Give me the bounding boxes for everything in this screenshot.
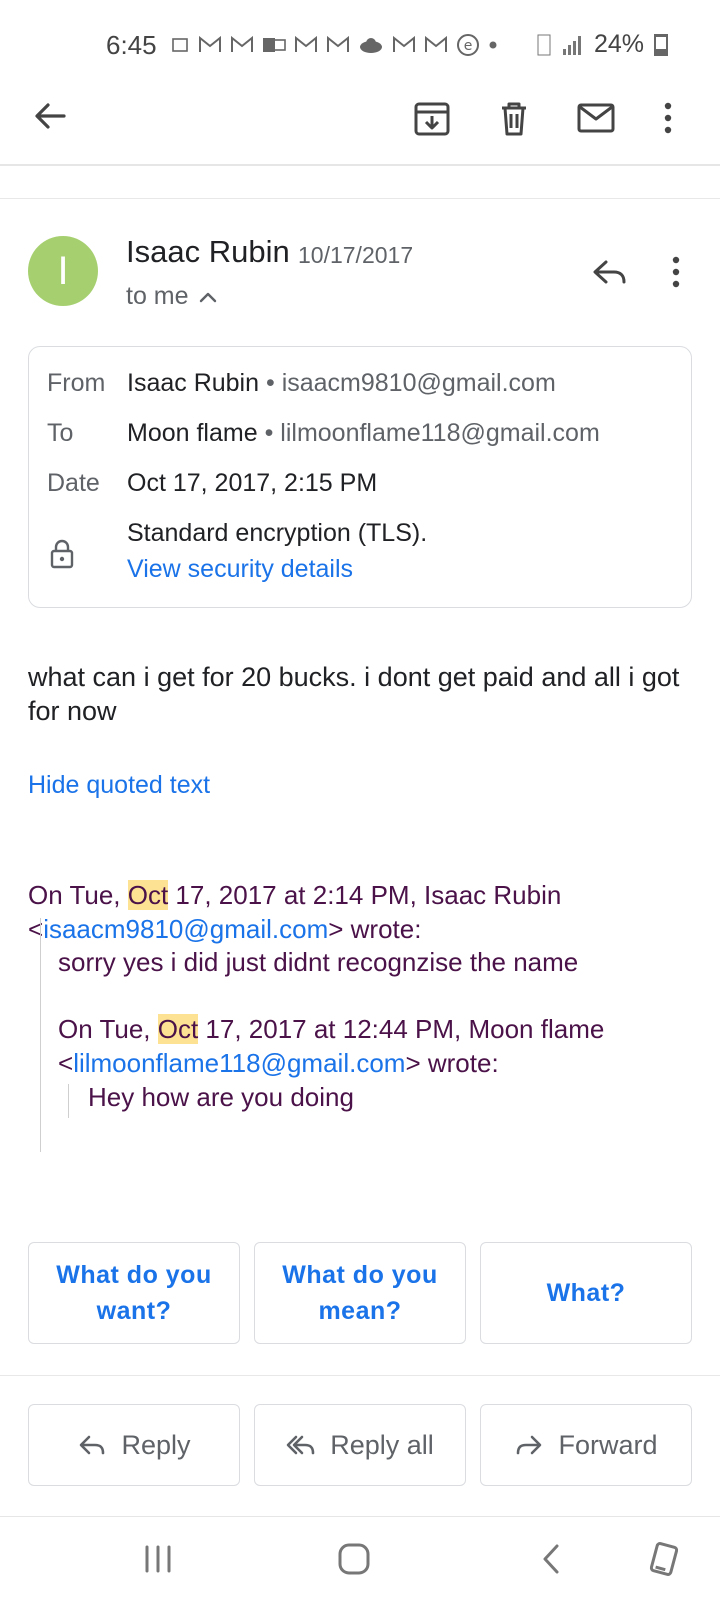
nested-quote-prefix: On Tue, <box>58 1014 158 1044</box>
back-arrow-icon[interactable] <box>30 96 70 136</box>
avatar[interactable]: I <box>28 236 98 306</box>
view-security-details-link[interactable]: View security details <box>127 555 353 584</box>
app-bar-divider <box>0 164 720 166</box>
to-name: Moon flame <box>127 419 258 447</box>
message-details-card: From Isaac Rubin • isaacm9810@gmail.com … <box>28 346 692 608</box>
message-body: what can i get for 20 bucks. i dont get … <box>28 662 680 726</box>
e-icon: e <box>457 34 479 56</box>
gmail-icon <box>199 36 221 52</box>
notification-icons: e <box>170 33 498 57</box>
date-value: Oct 17, 2017, 2:15 PM <box>127 469 378 497</box>
quote-bar <box>40 918 41 1152</box>
reply-icon <box>80 1435 105 1455</box>
reply-label: Reply <box>121 1429 191 1460</box>
date-label: Date <box>47 469 100 497</box>
quote-header-suffix: 17, 2017 at 2:14 PM, Isaac Rubin <box>168 880 562 910</box>
reply-button[interactable]: Reply <box>28 1404 240 1486</box>
recent-apps-icon[interactable] <box>138 1539 178 1579</box>
forward-label: Forward <box>558 1429 658 1460</box>
encryption-text: Standard encryption (TLS). <box>127 519 428 547</box>
notification-icon <box>172 38 188 52</box>
forward-button[interactable]: Forward <box>480 1404 692 1486</box>
to-label: To <box>47 419 74 447</box>
smart-reply-button[interactable]: What? <box>480 1242 692 1344</box>
reply-all-button[interactable]: Reply all <box>254 1404 466 1486</box>
message-more-icon[interactable] <box>664 252 688 292</box>
from-value: Isaac Rubin • isaacm9810@gmail.com <box>127 369 556 397</box>
archive-icon[interactable] <box>410 96 454 140</box>
nested-quote-suffix: 17, 2017 at 12:44 PM, Moon flame <box>198 1014 605 1044</box>
rotate-screen-icon[interactable] <box>644 1539 684 1579</box>
quote-header-email-link[interactable]: isaacm9810@gmail.com <box>43 914 328 944</box>
sender-name[interactable]: Isaac Rubin <box>126 234 290 270</box>
status-bar: 6:45 e 24% <box>0 0 720 88</box>
lock-icon <box>50 539 74 569</box>
recipient-toggle[interactable]: to me <box>126 282 217 311</box>
gmail-icon <box>393 36 415 52</box>
gmail-icon <box>295 36 317 52</box>
status-time: 6:45 <box>106 30 157 60</box>
nested-quote-email-link[interactable]: lilmoonflame118@gmail.com <box>73 1048 405 1078</box>
quote-header: On Tue, Oct 17, 2017 at 2:14 PM, Isaac R… <box>28 880 562 944</box>
gmail-icon <box>425 36 447 52</box>
status-right: 24% <box>536 30 668 59</box>
quote-header-prefix: On Tue, <box>28 880 128 910</box>
reply-icon[interactable] <box>590 252 630 292</box>
chevron-up-icon <box>199 292 216 302</box>
system-nav-bar <box>0 1517 720 1600</box>
forward-icon <box>517 1435 542 1455</box>
nested-quoted-message: Hey how are you doing <box>88 1082 354 1112</box>
mark-unread-icon[interactable] <box>574 96 618 140</box>
home-icon[interactable] <box>334 1539 374 1579</box>
section-divider <box>0 198 720 199</box>
more-options-icon[interactable] <box>646 96 690 140</box>
recipient-summary: to me <box>126 282 189 310</box>
outlook-icon <box>263 38 286 52</box>
smart-reply-divider <box>0 1375 720 1376</box>
battery-icon <box>654 33 668 56</box>
quoted-message: sorry yes i did just didnt recognzise th… <box>58 947 579 977</box>
delete-icon[interactable] <box>492 96 536 140</box>
reply-all-icon <box>286 1435 315 1455</box>
cloud-icon <box>360 38 382 53</box>
from-email[interactable]: isaacm9810@gmail.com <box>282 369 556 397</box>
to-value: Moon flame • lilmoonflame118@gmail.com <box>127 419 600 447</box>
hide-quoted-text-link[interactable]: Hide quoted text <box>28 771 210 800</box>
nested-quote-month: Oct <box>157 1014 199 1044</box>
dot-icon <box>489 41 497 49</box>
gmail-icon <box>327 36 349 52</box>
message-date: 10/17/2017 <box>298 242 414 268</box>
lte-icon <box>537 34 551 55</box>
svg-text:e: e <box>464 38 473 54</box>
from-name: Isaac Rubin <box>127 369 260 397</box>
nested-quote-bar <box>68 1084 69 1118</box>
quote-header-wrote: > wrote: <box>328 914 422 944</box>
battery-percent: 24% <box>593 30 644 58</box>
quote-header-month: Oct <box>127 880 169 910</box>
from-label: From <box>47 369 106 397</box>
reply-all-label: Reply all <box>330 1429 434 1460</box>
app-bar <box>0 88 720 164</box>
signal-icon <box>562 35 581 55</box>
back-nav-icon[interactable] <box>532 1539 572 1579</box>
nested-quote-wrote: > wrote: <box>405 1048 499 1078</box>
to-email[interactable]: lilmoonflame118@gmail.com <box>280 419 599 447</box>
smart-reply-button[interactable]: What do you mean? <box>254 1242 466 1344</box>
smart-reply-button[interactable]: What do you want? <box>28 1242 240 1344</box>
gmail-icon <box>231 36 253 52</box>
nested-quote-header: On Tue, Oct 17, 2017 at 12:44 PM, Moon f… <box>58 1014 605 1078</box>
